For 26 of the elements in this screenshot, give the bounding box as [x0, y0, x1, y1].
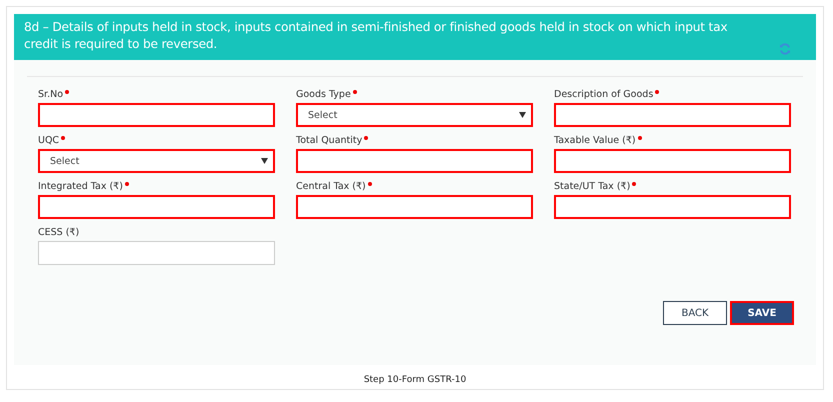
input-field[interactable] — [38, 103, 275, 127]
caret-icon — [261, 158, 268, 164]
input-field[interactable] — [554, 195, 791, 219]
field-label: State/UT Tax (₹) — [554, 181, 630, 192]
input-field[interactable] — [554, 149, 791, 173]
field-label: CESS (₹) — [38, 227, 80, 238]
field-label: Description of Goods — [554, 89, 654, 100]
field-label: Central Tax (₹) — [296, 181, 366, 192]
input-field[interactable] — [554, 103, 791, 127]
input-field[interactable] — [38, 241, 275, 265]
field-label: Taxable Value (₹) — [554, 135, 636, 146]
back-button[interactable]: BACK — [663, 301, 727, 325]
input-field[interactable] — [38, 195, 275, 219]
field-label: Integrated Tax (₹) — [38, 181, 123, 192]
select-dropdown[interactable]: Select — [38, 149, 275, 173]
field-label: Total Quantity — [296, 135, 362, 146]
field-label: UQC — [38, 135, 60, 146]
caret-icon — [519, 112, 526, 118]
input-field[interactable] — [296, 149, 533, 173]
caption: Step 10-Form GSTR-10 — [362, 375, 468, 385]
field-label: Goods Type — [296, 89, 351, 100]
save-button[interactable]: SAVE — [730, 301, 794, 325]
section-title: 8d – Details of inputs held in stock, inputs contained in semi-finished or finished goods held in stock on which input tax credit is required to be reversed. — [24, 19, 728, 53]
field-label: Sr.No — [38, 89, 64, 100]
input-field[interactable] — [296, 195, 533, 219]
select-dropdown[interactable]: Select — [296, 103, 533, 127]
